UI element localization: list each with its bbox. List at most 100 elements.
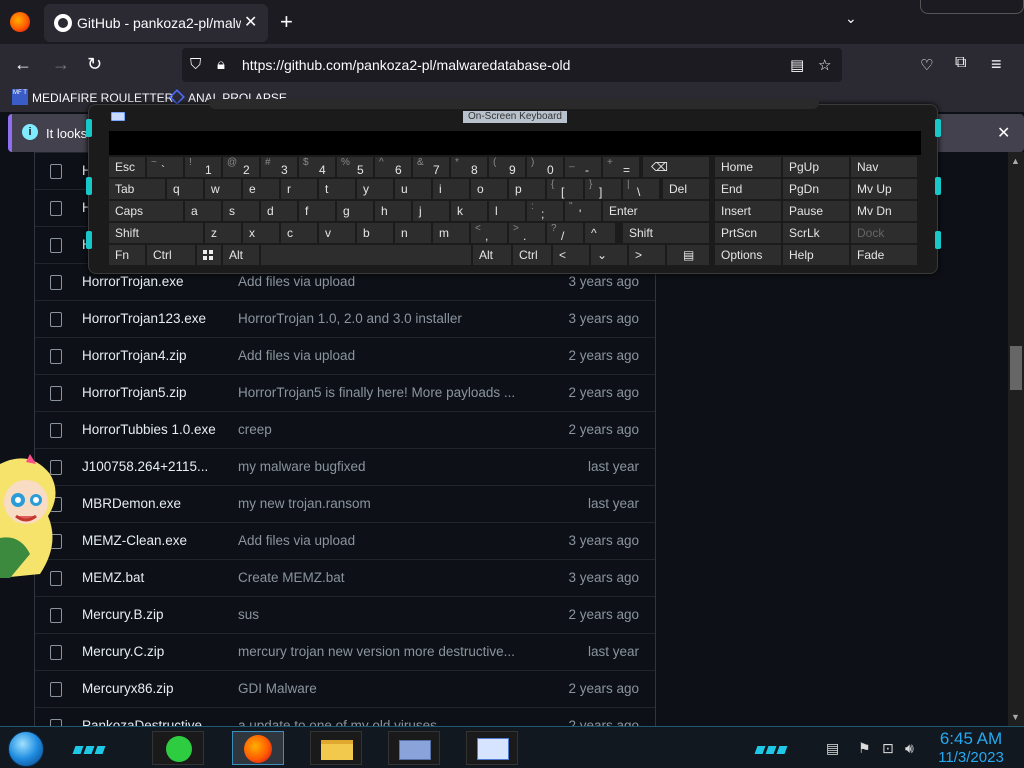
key-space[interactable] [261, 245, 471, 265]
commit-message[interactable]: sus [238, 607, 528, 622]
key-mvup[interactable]: Mv Up [851, 179, 917, 199]
key-caps[interactable]: Caps [109, 201, 183, 221]
url-text[interactable]: https://github.com/pankoza2-pl/malwareda… [242, 57, 570, 73]
taskbar-app-firefox[interactable] [232, 731, 284, 765]
key-][interactable]: }] [585, 179, 621, 199]
commit-message[interactable]: my malware bugfixed [238, 459, 528, 474]
forward-arrow-icon[interactable]: → [52, 54, 70, 75]
key--[interactable]: _ - [565, 157, 601, 177]
key-1[interactable]: ! 1 [185, 157, 221, 177]
table-row[interactable]: J100758.264+2115... my malware bugfixed la… [35, 448, 655, 485]
scroll-up-arrow-icon[interactable]: ▲ [1011, 156, 1020, 166]
key-nav[interactable]: Nav [851, 157, 917, 177]
notification-close-button[interactable]: ✕ [997, 123, 1010, 143]
scroll-down-arrow-icon[interactable]: ▼ [1011, 712, 1020, 722]
file-name[interactable]: PankozaDestructive ... [82, 718, 228, 726]
key-b[interactable]: b [357, 223, 393, 243]
key-u[interactable]: u [395, 179, 431, 199]
bookmark-star-icon[interactable]: ☆ [818, 56, 831, 74]
tray-overflow-icon[interactable]: ▤ [826, 740, 839, 757]
page-scrollbar[interactable]: ▲ ▼ [1008, 152, 1024, 726]
key-n[interactable]: n [395, 223, 431, 243]
url-bar[interactable]: ⛉ 🔒︎ https://github.com/pankoza2-pl/malw… [182, 48, 842, 82]
table-row[interactable]: Mercury.B.zip sus 2 years ago [35, 596, 655, 633]
table-row[interactable]: HorrorTrojan5.zip HorrorTrojan5 is finall… [35, 374, 655, 411]
key-l[interactable]: l [489, 201, 525, 221]
commit-message[interactable]: HorrorTrojan 1.0, 2.0 and 3.0 installer [238, 311, 528, 326]
key-c[interactable]: c [281, 223, 317, 243]
lock-icon[interactable]: 🔒︎ [217, 56, 225, 73]
table-row[interactable]: Mercuryx86.zip GDI Malware 2 years ago [35, 670, 655, 707]
taskbar-app-control-panel[interactable] [388, 731, 440, 765]
file-name[interactable]: MBRDemon.exe [82, 496, 228, 511]
reader-view-icon[interactable]: ▤ [790, 56, 804, 74]
system-clock[interactable]: 6:45 AM 11/3/2023 [930, 729, 1012, 766]
action-center-flag-icon[interactable]: ⚑ [858, 740, 871, 757]
key-enter[interactable]: Enter [603, 201, 709, 221]
commit-message[interactable]: creep [238, 422, 528, 437]
table-row[interactable]: PankozaDestructive ... a update to one of… [35, 707, 655, 726]
key-esc[interactable]: Esc [109, 157, 145, 177]
volume-icon[interactable]: 🔊︎ [905, 740, 914, 757]
key-comma[interactable]: <, [471, 223, 507, 243]
commit-message[interactable]: GDI Malware [238, 681, 528, 696]
key-fade[interactable]: Fade [851, 245, 917, 265]
key-windows[interactable] [197, 245, 221, 265]
reload-icon[interactable]: ↻ [87, 54, 102, 75]
key-prtscn[interactable]: PrtScn [715, 223, 781, 243]
file-name[interactable]: HorrorTrojan4.zip [82, 348, 228, 363]
key-f[interactable]: f [299, 201, 335, 221]
commit-message[interactable]: Add files via upload [238, 274, 528, 289]
key-pgdn[interactable]: PgDn [783, 179, 849, 199]
extensions-puzzle-icon[interactable]: ⧉ [955, 54, 966, 72]
key-right-arrow[interactable]: > [629, 245, 665, 265]
key-shift-left[interactable]: Shift [109, 223, 203, 243]
key-ctrl-left[interactable]: Ctrl [147, 245, 195, 265]
file-name[interactable]: J100758.264+2115... [82, 459, 228, 474]
start-orb-button[interactable] [8, 731, 44, 767]
list-all-tabs-button[interactable]: ⌄ [845, 10, 857, 27]
key-w[interactable]: w [205, 179, 241, 199]
key-shift-right[interactable]: Shift [623, 223, 709, 243]
table-row[interactable]: MEMZ.bat Create MEMZ.bat 3 years ago [35, 559, 655, 596]
key-d[interactable]: d [261, 201, 297, 221]
key-m[interactable]: m [433, 223, 469, 243]
table-row[interactable]: MBRDemon.exe my new trojan.ransom last yea… [35, 485, 655, 522]
key-x[interactable]: x [243, 223, 279, 243]
key-6[interactable]: ^ 6 [375, 157, 411, 177]
key-s[interactable]: s [223, 201, 259, 221]
key-q[interactable]: q [167, 179, 203, 199]
taskbar-app-notes[interactable] [152, 731, 204, 765]
key-mvdn[interactable]: Mv Dn [851, 201, 917, 221]
file-name[interactable]: MEMZ.bat [82, 570, 228, 585]
new-tab-button[interactable]: + [280, 9, 293, 35]
commit-message[interactable]: Add files via upload [238, 348, 528, 363]
scrollbar-thumb[interactable] [1010, 346, 1022, 390]
commit-message[interactable]: Add files via upload [238, 533, 528, 548]
file-name[interactable]: HorrorTrojan123.exe [82, 311, 228, 326]
tab-close-button[interactable]: ✕ [244, 12, 257, 32]
key-v[interactable]: v [319, 223, 355, 243]
key-j[interactable]: j [413, 201, 449, 221]
table-row[interactable]: Mercury.C.zip mercury trojan new version … [35, 633, 655, 670]
key-alt-right[interactable]: Alt [473, 245, 511, 265]
key-4[interactable]: $4 [299, 157, 335, 177]
taskbar-app-keyboard[interactable] [466, 731, 518, 765]
key-left-arrow[interactable]: < [553, 245, 589, 265]
key-`[interactable]: ~ ` [147, 157, 183, 177]
key-[[interactable]: {[ [547, 179, 583, 199]
key-slash[interactable]: ? / [547, 223, 583, 243]
table-row[interactable]: HorrorTrojan4.zip Add files via upload 2 y… [35, 337, 655, 374]
back-arrow-icon[interactable]: ← [14, 54, 32, 75]
key-down-arrow[interactable]: ⌄ [591, 245, 627, 265]
key-\[interactable]: | \ [623, 179, 659, 199]
hamburger-menu-icon[interactable]: ≡ [991, 54, 1002, 75]
key-r[interactable]: r [281, 179, 317, 199]
firefox-menu-icon[interactable] [10, 12, 30, 32]
file-name[interactable]: HorrorTrojan5.zip [82, 385, 228, 400]
key-t[interactable]: t [319, 179, 355, 199]
table-row[interactable]: HorrorTubbies 1.0.exe creep 2 years ago [35, 411, 655, 448]
pocket-icon[interactable]: ♡ [920, 56, 933, 74]
key-dock[interactable]: Dock [851, 223, 917, 243]
key-pgup[interactable]: PgUp [783, 157, 849, 177]
